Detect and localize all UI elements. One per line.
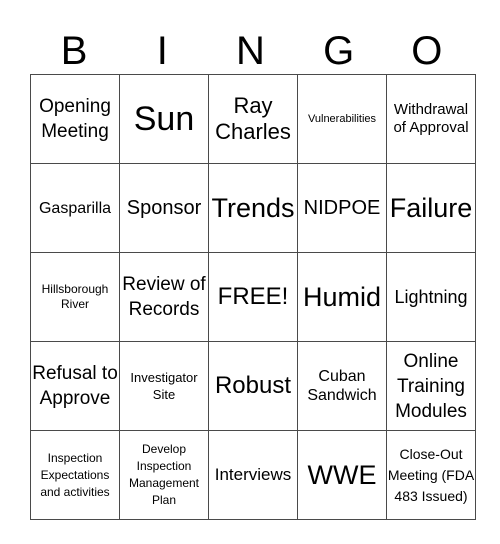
card-row: Refusal to Approve Investigator Site Rob…: [30, 341, 476, 431]
bingo-cell[interactable]: Failure: [386, 163, 476, 253]
card-row: Hillsborough River Review of Records FRE…: [30, 252, 476, 342]
bingo-cell[interactable]: Inspection Expectations and activities: [30, 430, 120, 520]
free-space[interactable]: FREE!: [208, 252, 298, 342]
bingo-cell[interactable]: Investigator Site: [119, 341, 209, 431]
card-row: Gasparilla Sponsor Trends NIDPOE Failure: [30, 163, 476, 253]
bingo-cell[interactable]: Review of Records: [119, 252, 209, 342]
card-row: Inspection Expectations and activities D…: [30, 430, 476, 520]
header-letter-n: N: [236, 29, 265, 73]
bingo-cell[interactable]: Robust: [208, 341, 298, 431]
header-letter-o: O: [411, 29, 443, 73]
bingo-cell[interactable]: Withdrawal of Approval: [386, 74, 476, 164]
bingo-cell[interactable]: Humid: [297, 252, 387, 342]
bingo-cell[interactable]: NIDPOE: [297, 163, 387, 253]
bingo-cell[interactable]: Close-Out Meeting (FDA 483 Issued): [386, 430, 476, 520]
bingo-cell[interactable]: Lightning: [386, 252, 476, 342]
header-letter-b: B: [60, 29, 88, 73]
bingo-cell[interactable]: Sponsor: [119, 163, 209, 253]
card-row: Opening Meeting Sun Ray Charles Vulnerab…: [30, 74, 476, 164]
bingo-cell[interactable]: Vulnerabilities: [297, 74, 387, 164]
bingo-cell[interactable]: Trends: [208, 163, 298, 253]
header-letter-i: I: [156, 29, 168, 73]
bingo-header: B I N G O: [30, 28, 471, 74]
bingo-cell[interactable]: Opening Meeting: [30, 74, 120, 164]
header-letter-g: G: [323, 29, 355, 73]
bingo-card: Opening Meeting Sun Ray Charles Vulnerab…: [30, 74, 476, 520]
bingo-cell[interactable]: Develop Inspection Management Plan: [119, 430, 209, 520]
bingo-cell[interactable]: Gasparilla: [30, 163, 120, 253]
bingo-cell[interactable]: Hillsborough River: [30, 252, 120, 342]
bingo-cell[interactable]: Sun: [119, 74, 209, 164]
bingo-cell[interactable]: Online Training Modules: [386, 341, 476, 431]
bingo-cell[interactable]: Interviews: [208, 430, 298, 520]
bingo-cell[interactable]: Ray Charles: [208, 74, 298, 164]
bingo-cell[interactable]: Refusal to Approve: [30, 341, 120, 431]
bingo-cell[interactable]: Cuban Sandwich: [297, 341, 387, 431]
bingo-cell[interactable]: WWE: [297, 430, 387, 520]
